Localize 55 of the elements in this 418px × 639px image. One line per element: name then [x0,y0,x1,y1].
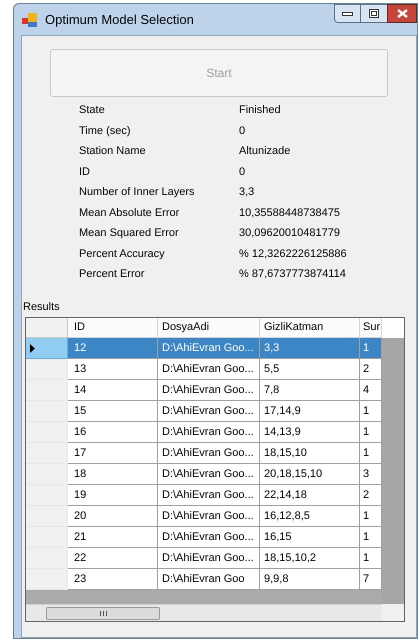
table-cell: D:\AhiEvran Goo [158,569,260,590]
field-value: 0 [239,164,246,180]
table-row[interactable]: 22 D:\AhiEvran Goo... 18,15,10,2 1 [26,548,382,569]
minimize-button[interactable] [334,4,361,23]
table-row[interactable]: 14 D:\AhiEvran Goo... 7,8 4 [26,380,382,401]
field-value: % 12,3262226125886 [239,246,347,262]
table-cell: 9,9,8 [260,569,360,590]
field-label: Percent Error [79,267,146,282]
column-header[interactable]: ID [68,318,158,338]
table-cell: 23 [68,569,158,590]
field-label: ID [79,164,91,180]
field-label: Mean Squared Error [79,226,180,241]
column-header[interactable]: DosyaAdi [158,318,260,338]
vertical-scrollbar[interactable] [382,338,404,604]
column-header[interactable]: Sur [360,318,382,338]
current-row-icon [30,344,35,352]
field-value: % 87,6737773874114 [239,267,346,282]
field-label: Mean Absolute Error [79,206,180,220]
header-filler [382,318,404,338]
table-row[interactable]: 20 D:\AhiEvran Goo... 16,12,8,5 1 [26,506,382,527]
scrollbar-corner [382,604,404,621]
table-row[interactable]: 16 D:\AhiEvran Goo... 14,13,9 1 [26,422,382,443]
row-header[interactable] [26,338,68,359]
field-value: Finished [239,103,281,118]
scrollbar-thumb[interactable] [46,606,160,620]
field-value: 3,3 [239,185,254,200]
minimize-icon [342,12,353,16]
app-icon [22,12,38,26]
field-value: 30,09620010481779 [239,226,340,241]
maximize-button[interactable] [361,4,387,23]
table-row[interactable]: 23 D:\AhiEvran Goo 9,9,8 7 [26,569,382,590]
table-row[interactable]: 19 D:\AhiEvran Goo... 22,14,18 2 [26,485,382,506]
field-label: State [79,103,106,118]
window-title: Optimum Model Selection [45,10,194,29]
field-value: Altunizade [239,144,290,159]
horizontal-scrollbar[interactable] [26,604,382,621]
table-row[interactable]: 12 D:\AhiEvran Goo... 3,3 1 [26,338,382,359]
table-row[interactable]: 21 D:\AhiEvran Goo... 16,15 1 [26,527,382,548]
field-label: Time (sec) [79,124,132,138]
field-label: Percent Accuracy [79,246,166,262]
header-corner [26,318,68,338]
field-value: 0 [239,124,246,138]
field-label: Station Name [79,144,147,159]
close-icon [396,9,408,18]
grip-icon [100,610,106,616]
column-header[interactable]: GizliKatman [260,318,360,338]
table-row[interactable]: 15 D:\AhiEvran Goo... 17,14,9 1 [26,401,382,422]
field-value: 10,35588448738475 [239,206,340,220]
table-row[interactable]: 18 D:\AhiEvran Goo... 20,18,15,10 3 [26,464,382,485]
maximize-icon [369,9,379,18]
table-row[interactable]: 17 D:\AhiEvran Goo... 18,15,10 1 [26,443,382,464]
close-button[interactable] [387,4,417,23]
field-label: Number of Inner Layers [79,185,196,200]
table-row[interactable]: 13 D:\AhiEvran Goo... 5,5 2 [26,359,382,380]
results-label: Results [23,300,60,314]
